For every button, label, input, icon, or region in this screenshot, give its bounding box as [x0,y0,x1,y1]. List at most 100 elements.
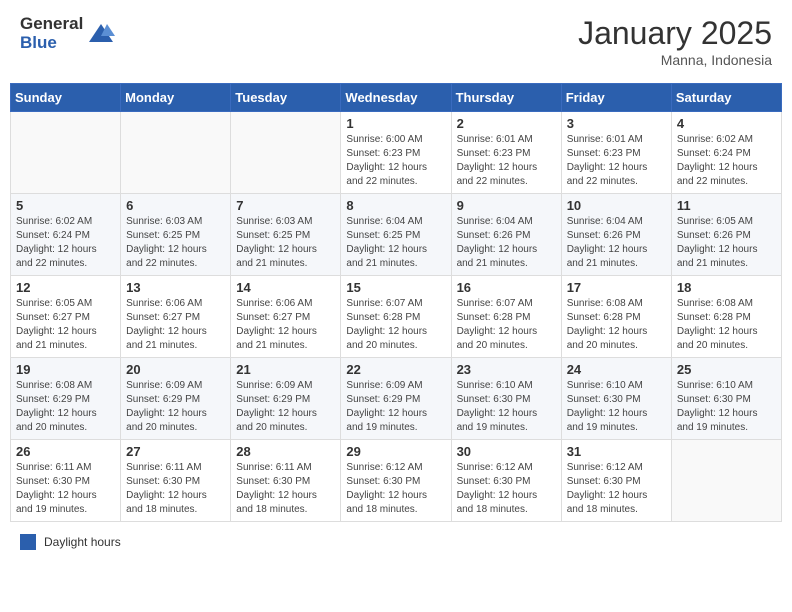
day-info: Sunrise: 6:10 AM Sunset: 6:30 PM Dayligh… [567,379,666,435]
day-info: Sunrise: 6:12 AM Sunset: 6:30 PM Dayligh… [457,461,556,517]
calendar-header-monday: Monday [121,84,231,112]
calendar-cell: 3 Sunrise: 6:01 AM Sunset: 6:23 PM Daylig… [561,112,671,194]
day-info: Sunrise: 6:08 AM Sunset: 6:28 PM Dayligh… [677,297,776,353]
day-number: 25 [677,362,776,377]
day-info: Sunrise: 6:12 AM Sunset: 6:30 PM Dayligh… [567,461,666,517]
calendar-header-tuesday: Tuesday [231,84,341,112]
calendar-cell: 11Sunrise: 6:05 AM Sunset: 6:26 PM Dayli… [671,194,781,276]
day-number: 5 [16,198,115,213]
calendar-cell: 5 Sunrise: 6:02 AM Sunset: 6:24 PM Daylig… [11,194,121,276]
calendar-cell [121,112,231,194]
calendar-cell: 12 Sunrise: 6:05 AM Sunset: 6:27 PM Dayli… [11,276,121,358]
calendar-week-3: 12 Sunrise: 6:05 AM Sunset: 6:27 PM Dayli… [11,276,782,358]
day-number: 9 [457,198,556,213]
location: Manna, Indonesia [578,52,772,68]
calendar-cell: 2Sunrise: 6:01 AM Sunset: 6:23 PM Daylig… [451,112,561,194]
day-number: 15 [346,280,445,295]
calendar-header-row: SundayMondayTuesdayWednesdayThursdayFrid… [11,84,782,112]
day-info: Sunrise: 6:01 AM Sunset: 6:23 PM Dayligh… [567,133,666,189]
day-info: Sunrise: 6:06 AM Sunset: 6:27 PM Dayligh… [236,297,335,353]
calendar-week-4: 19 Sunrise: 6:08 AM Sunset: 6:29 PM Dayli… [11,358,782,440]
day-info: Sunrise: 6:10 AM Sunset: 6:30 PM Dayligh… [457,379,556,435]
logo-general: General [20,15,83,34]
day-number: 23 [457,362,556,377]
calendar-cell: 25 Sunrise: 6:10 AM Sunset: 6:30 PM Dayli… [671,358,781,440]
day-info: Sunrise: 6:03 AM Sunset: 6:25 PM Dayligh… [126,215,225,271]
day-info: Sunrise: 6:08 AM Sunset: 6:28 PM Dayligh… [567,297,666,353]
day-info: Sunrise: 6:12 AM Sunset: 6:30 PM Dayligh… [346,461,445,517]
day-info: Sunrise: 6:11 AM Sunset: 6:30 PM Dayligh… [16,461,115,517]
day-number: 27 [126,444,225,459]
calendar-cell [11,112,121,194]
calendar-cell: 15 Sunrise: 6:07 AM Sunset: 6:28 PM Dayli… [341,276,451,358]
calendar-cell: 19 Sunrise: 6:08 AM Sunset: 6:29 PM Dayli… [11,358,121,440]
day-number: 28 [236,444,335,459]
calendar-cell: 8 Sunrise: 6:04 AM Sunset: 6:25 PM Daylig… [341,194,451,276]
calendar-cell: 13 Sunrise: 6:06 AM Sunset: 6:27 PM Dayli… [121,276,231,358]
calendar-cell [231,112,341,194]
day-info: Sunrise: 6:09 AM Sunset: 6:29 PM Dayligh… [126,379,225,435]
calendar-cell [671,440,781,522]
day-number: 30 [457,444,556,459]
calendar-cell: 14 Sunrise: 6:06 AM Sunset: 6:27 PM Dayli… [231,276,341,358]
legend-box [20,534,36,550]
calendar-cell: 29 Sunrise: 6:12 AM Sunset: 6:30 PM Dayli… [341,440,451,522]
day-number: 29 [346,444,445,459]
calendar-header-friday: Friday [561,84,671,112]
calendar-cell: 22 Sunrise: 6:09 AM Sunset: 6:29 PM Dayli… [341,358,451,440]
day-number: 22 [346,362,445,377]
day-info: Sunrise: 6:03 AM Sunset: 6:25 PM Dayligh… [236,215,335,271]
day-number: 31 [567,444,666,459]
day-info: Sunrise: 6:08 AM Sunset: 6:29 PM Dayligh… [16,379,115,435]
day-info: Sunrise: 6:05 AM Sunset: 6:27 PM Dayligh… [16,297,115,353]
calendar-cell: 7 Sunrise: 6:03 AM Sunset: 6:25 PM Daylig… [231,194,341,276]
day-number: 13 [126,280,225,295]
day-number: 18 [677,280,776,295]
day-info: Sunrise: 6:09 AM Sunset: 6:29 PM Dayligh… [346,379,445,435]
day-number: 3 [567,116,666,131]
day-number: 1 [346,116,445,131]
calendar-cell: 1Sunrise: 6:00 AM Sunset: 6:23 PM Daylig… [341,112,451,194]
day-number: 4 [677,116,776,131]
day-number: 2 [457,116,556,131]
calendar-cell: 17Sunrise: 6:08 AM Sunset: 6:28 PM Dayli… [561,276,671,358]
calendar-cell: 20Sunrise: 6:09 AM Sunset: 6:29 PM Dayli… [121,358,231,440]
calendar-cell: 21 Sunrise: 6:09 AM Sunset: 6:29 PM Dayli… [231,358,341,440]
day-info: Sunrise: 6:02 AM Sunset: 6:24 PM Dayligh… [16,215,115,271]
day-info: Sunrise: 6:05 AM Sunset: 6:26 PM Dayligh… [677,215,776,271]
day-number: 7 [236,198,335,213]
calendar-week-1: 1Sunrise: 6:00 AM Sunset: 6:23 PM Daylig… [11,112,782,194]
calendar-cell: 31 Sunrise: 6:12 AM Sunset: 6:30 PM Dayli… [561,440,671,522]
day-number: 8 [346,198,445,213]
day-info: Sunrise: 6:04 AM Sunset: 6:25 PM Dayligh… [346,215,445,271]
calendar-cell: 10Sunrise: 6:04 AM Sunset: 6:26 PM Dayli… [561,194,671,276]
header: General Blue January 2025 Manna, Indones… [10,10,782,73]
day-info: Sunrise: 6:09 AM Sunset: 6:29 PM Dayligh… [236,379,335,435]
day-info: Sunrise: 6:04 AM Sunset: 6:26 PM Dayligh… [457,215,556,271]
calendar-cell: 18 Sunrise: 6:08 AM Sunset: 6:28 PM Dayli… [671,276,781,358]
month-title: January 2025 [578,15,772,52]
day-number: 14 [236,280,335,295]
legend-label: Daylight hours [44,535,121,549]
calendar-cell: 6Sunrise: 6:03 AM Sunset: 6:25 PM Daylig… [121,194,231,276]
calendar-cell: 4Sunrise: 6:02 AM Sunset: 6:24 PM Daylig… [671,112,781,194]
calendar-cell: 9 Sunrise: 6:04 AM Sunset: 6:26 PM Daylig… [451,194,561,276]
day-number: 24 [567,362,666,377]
day-number: 16 [457,280,556,295]
calendar-header-thursday: Thursday [451,84,561,112]
calendar-cell: 23 Sunrise: 6:10 AM Sunset: 6:30 PM Dayli… [451,358,561,440]
logo-icon [87,20,115,48]
day-number: 12 [16,280,115,295]
calendar-header-wednesday: Wednesday [341,84,451,112]
calendar-cell: 16Sunrise: 6:07 AM Sunset: 6:28 PM Dayli… [451,276,561,358]
day-number: 26 [16,444,115,459]
day-info: Sunrise: 6:07 AM Sunset: 6:28 PM Dayligh… [346,297,445,353]
day-number: 19 [16,362,115,377]
day-info: Sunrise: 6:06 AM Sunset: 6:27 PM Dayligh… [126,297,225,353]
day-info: Sunrise: 6:04 AM Sunset: 6:26 PM Dayligh… [567,215,666,271]
day-info: Sunrise: 6:10 AM Sunset: 6:30 PM Dayligh… [677,379,776,435]
logo: General Blue [20,15,115,52]
day-number: 21 [236,362,335,377]
day-info: Sunrise: 6:11 AM Sunset: 6:30 PM Dayligh… [236,461,335,517]
legend: Daylight hours [10,530,782,554]
